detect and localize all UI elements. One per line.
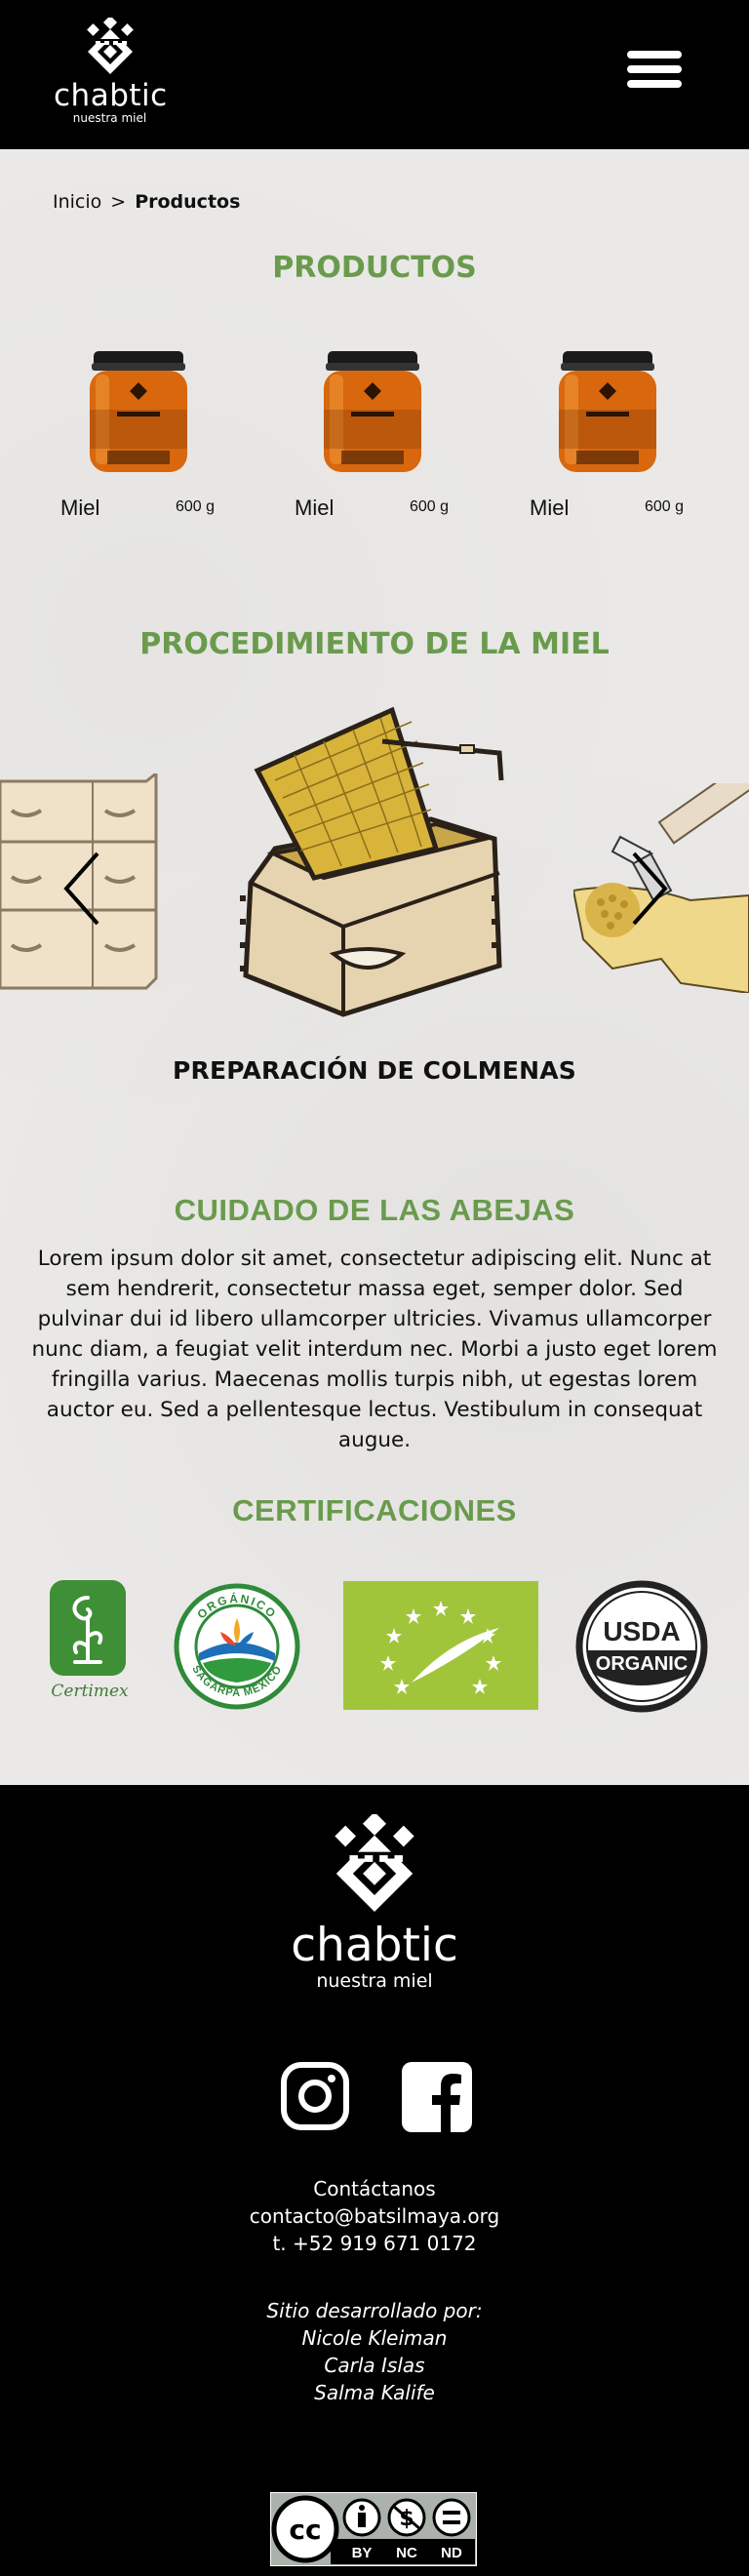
honey-jar-image xyxy=(90,351,187,472)
site-header: chabtic nuestra miel xyxy=(0,0,749,149)
contact-label: Contáctanos xyxy=(313,2177,436,2200)
honey-jar-image xyxy=(324,351,421,472)
product-name: Miel xyxy=(295,495,335,520)
contact-block: Contáctanos contacto@batsilmaya.org t. +… xyxy=(0,2175,749,2257)
beehive-frame-image xyxy=(240,706,504,1017)
hamburger-menu-icon[interactable] xyxy=(627,51,682,92)
procedure-title: PROCEDIMIENTO DE LA MIEL xyxy=(139,627,610,661)
honey-jar-image xyxy=(559,351,656,472)
breadcrumb-home-link[interactable]: Inicio xyxy=(53,191,101,213)
product-weight: 600 g xyxy=(176,498,216,515)
bees-title: CUIDADO DE LAS ABEJAS xyxy=(174,1193,575,1227)
brand-name: chabtic xyxy=(54,78,168,113)
product-weight: 600 g xyxy=(645,498,685,515)
site-footer: chabtic nuestra miel Contáctanos contact… xyxy=(0,1785,749,2576)
product-name: Miel xyxy=(60,495,100,520)
certifications-title: CERTIFICACIONES xyxy=(232,1493,517,1527)
footer-brand-tagline: nuestra miel xyxy=(316,1970,433,1992)
chevron-right-icon[interactable] xyxy=(628,850,671,928)
license-by-label: BY xyxy=(352,2545,373,2561)
breadcrumb-separator: > xyxy=(110,191,127,213)
certimex-logo: Certimex xyxy=(41,1578,138,1715)
developer-name: Nicole Kleiman xyxy=(301,2326,448,2350)
developer-name: Carla Islas xyxy=(324,2354,425,2377)
carousel-caption: PREPARACIÓN DE COLMENAS xyxy=(172,1056,577,1085)
certimex-label: Certimex xyxy=(51,1682,129,1701)
chabtic-diamond-logo-icon xyxy=(335,1814,414,1912)
breadcrumb-current: Productos xyxy=(135,191,241,213)
brand-tagline: nuestra miel xyxy=(72,111,147,125)
usda-bottom-text: ORGANIC xyxy=(596,1653,688,1675)
bees-description: Lorem ipsum dolor sit amet, consectetur … xyxy=(31,1247,718,1452)
product-name: Miel xyxy=(530,495,570,520)
facebook-icon[interactable] xyxy=(402,2062,472,2132)
contact-phone: t. +52 919 671 0172 xyxy=(272,2232,477,2255)
developer-name: Salma Kalife xyxy=(314,2381,435,2404)
contact-email-link[interactable]: contacto@batsilmaya.org xyxy=(0,2202,749,2230)
usda-organic-logo: USDA ORGANIC xyxy=(575,1580,708,1713)
main-content: Inicio > Productos PRODUCTOS Miel 600 g xyxy=(0,149,749,1785)
breadcrumb: Inicio > Productos xyxy=(53,191,240,213)
instagram-icon[interactable] xyxy=(281,2062,349,2130)
product-card[interactable]: Miel 600 g xyxy=(60,349,256,525)
eu-organic-leaf-logo xyxy=(343,1581,538,1710)
credits-label: Sitio desarrollado por: xyxy=(266,2299,483,2322)
footer-logo[interactable]: chabtic nuestra miel xyxy=(263,1814,486,1992)
license-nd-label: ND xyxy=(441,2545,462,2561)
header-logo[interactable]: chabtic nuestra miel xyxy=(54,18,168,125)
product-card[interactable]: Miel 600 g xyxy=(295,349,490,525)
footer-brand-name: chabtic xyxy=(291,1919,458,1972)
organico-sagarpa-logo: ORGÁNICO SAGARPA MÉXICO xyxy=(174,1583,300,1710)
product-card[interactable]: Miel 600 g xyxy=(530,349,725,525)
license-nc-label: NC xyxy=(396,2545,417,2561)
products-title: PRODUCTOS xyxy=(272,251,477,285)
creative-commons-license-badge[interactable]: cc $ BY NC ND xyxy=(270,2492,477,2566)
credits-block: Sitio desarrollado por: Nicole Kleiman C… xyxy=(0,2297,749,2406)
usda-top-text: USDA xyxy=(603,1616,680,1646)
chabtic-diamond-logo-icon xyxy=(86,18,134,74)
chevron-left-icon[interactable] xyxy=(60,850,103,928)
product-weight: 600 g xyxy=(410,498,450,515)
cc-icon: cc xyxy=(289,2514,321,2546)
